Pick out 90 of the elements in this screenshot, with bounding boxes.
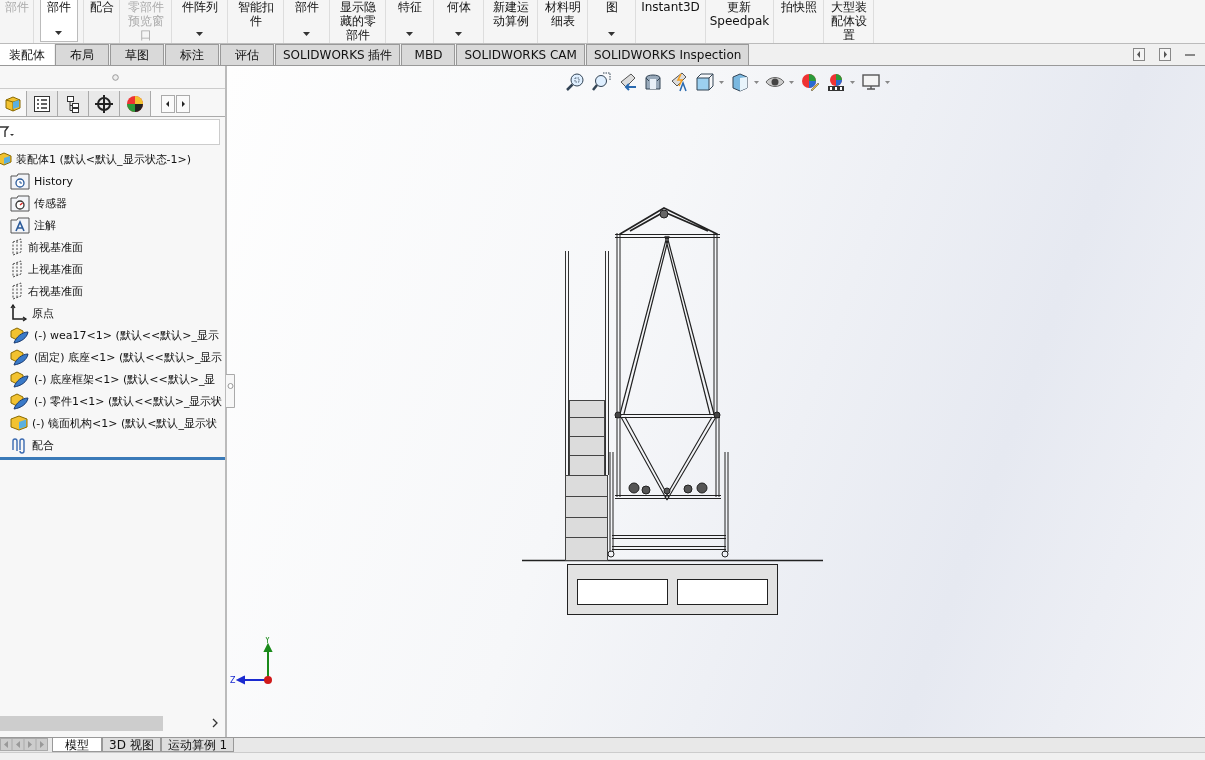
ribbon-button[interactable]: 更新 Speedpak bbox=[707, 0, 772, 42]
ribbon-tab[interactable]: SOLIDWORKS CAM bbox=[456, 44, 585, 65]
assembly-icon bbox=[10, 414, 28, 432]
caret-icon[interactable] bbox=[719, 80, 724, 84]
caret-icon[interactable] bbox=[885, 80, 890, 84]
ribbon-button[interactable]: 部件 bbox=[292, 0, 321, 42]
caret-icon bbox=[608, 32, 615, 36]
tree-item[interactable]: History bbox=[10, 170, 225, 192]
part-feather-icon bbox=[10, 326, 30, 344]
crosshair-icon[interactable] bbox=[94, 93, 114, 114]
ribbon-button[interactable]: 拍快照 bbox=[778, 0, 819, 42]
ribbon-tab[interactable]: SOLIDWORKS Inspection bbox=[585, 44, 750, 65]
appearance-ball-icon[interactable] bbox=[125, 93, 145, 114]
tree-item[interactable]: 右视基准面 bbox=[10, 280, 225, 302]
tree-item[interactable]: 原点 bbox=[10, 302, 225, 324]
ribbon-button[interactable]: 件阵列 bbox=[179, 0, 220, 42]
caret-icon[interactable] bbox=[754, 80, 759, 84]
tree-item[interactable]: 配合 bbox=[10, 434, 225, 456]
ribbon-button[interactable]: 智能扣 件 bbox=[235, 0, 276, 42]
caret-icon[interactable] bbox=[789, 80, 794, 84]
display-style-icon[interactable] bbox=[730, 72, 750, 92]
tree-item[interactable]: (-) 镜面机构<1> (默认<默认_显示状 bbox=[10, 412, 225, 434]
zoom-to-fit-icon[interactable] bbox=[565, 72, 585, 92]
ribbon-button[interactable]: 材料明 细表 bbox=[542, 0, 583, 42]
monitor-icon[interactable] bbox=[861, 72, 881, 92]
pane-grip-icon[interactable] bbox=[226, 374, 235, 408]
view-orientation-icon[interactable] bbox=[695, 72, 715, 92]
tree-item[interactable]: 注解 bbox=[10, 214, 225, 236]
filter-icon[interactable] bbox=[0, 125, 14, 139]
scroll-left-icon[interactable] bbox=[161, 94, 175, 113]
part-feather-icon bbox=[10, 392, 30, 410]
caret-icon bbox=[55, 31, 62, 35]
view-tab[interactable]: 运动算例 1 bbox=[160, 738, 235, 752]
view-tab[interactable]: 3D 视图 bbox=[102, 738, 161, 752]
property-list-icon[interactable] bbox=[32, 93, 52, 114]
section-view-icon[interactable] bbox=[643, 72, 663, 92]
tree-item[interactable]: (-) 底座框架<1> (默认<<默认>_显 bbox=[10, 368, 225, 390]
tree-item[interactable]: 上视基准面 bbox=[10, 258, 225, 280]
ribbon-button[interactable]: 图 bbox=[603, 0, 620, 42]
axis-triad-drawing: Y Z bbox=[230, 637, 276, 687]
tree-item[interactable]: 前视基准面 bbox=[10, 236, 225, 258]
ribbon-tab[interactable]: MBD bbox=[401, 44, 456, 65]
dynamic-annotation-icon[interactable] bbox=[669, 72, 689, 92]
ribbon-tab[interactable]: 评估 bbox=[220, 44, 274, 65]
ribbon-button[interactable]: 特征 bbox=[395, 0, 424, 42]
paperclip-icon bbox=[10, 436, 28, 454]
ribbon-button[interactable]: 大型装 配体设 置 bbox=[828, 0, 869, 42]
part-feather-icon bbox=[10, 370, 30, 388]
ribbon-button[interactable]: 配合 bbox=[87, 0, 116, 42]
ribbon-button[interactable]: 新建运 动算例 bbox=[490, 0, 531, 42]
view-tab[interactable]: 模型 bbox=[52, 738, 102, 752]
assembly-icon bbox=[0, 151, 12, 167]
tile-right-icon[interactable] bbox=[1159, 48, 1171, 61]
edit-appearance-icon[interactable] bbox=[800, 72, 820, 92]
scrollbar-thumb[interactable] bbox=[0, 715, 163, 731]
caret-icon bbox=[196, 32, 203, 36]
ribbon-tab[interactable]: SOLIDWORKS 插件 bbox=[275, 44, 401, 65]
plane-icon bbox=[10, 260, 24, 278]
feature-manager-icon[interactable] bbox=[3, 93, 23, 114]
ribbon-tab[interactable]: 标注 bbox=[165, 44, 219, 65]
scroll-right-icon[interactable] bbox=[212, 718, 219, 728]
scroll-right-icon[interactable] bbox=[176, 94, 190, 113]
folder-gauge-icon bbox=[10, 194, 30, 212]
ribbon-tab[interactable]: 草图 bbox=[110, 44, 164, 65]
splitter-handle-icon[interactable] bbox=[111, 73, 119, 81]
tree-item[interactable]: 装配体1 (默认<默认_显示状态-1>) bbox=[0, 148, 225, 170]
tree-item[interactable]: 传感器 bbox=[10, 192, 225, 214]
ribbon-tab[interactable]: 装配体 bbox=[0, 44, 54, 65]
tile-left-icon[interactable] bbox=[1133, 48, 1145, 61]
zoom-area-icon[interactable] bbox=[591, 72, 611, 92]
plane-icon bbox=[10, 238, 24, 256]
caret-icon bbox=[406, 32, 413, 36]
caret-icon[interactable] bbox=[850, 80, 855, 84]
ribbon-button[interactable]: 部件 bbox=[39, 0, 78, 42]
graphics-area[interactable]: Y Z bbox=[227, 66, 1205, 737]
caret-icon bbox=[455, 32, 462, 36]
ribbon-button[interactable]: 何体 bbox=[444, 0, 473, 42]
folder-clock-icon bbox=[10, 172, 30, 190]
tree-item[interactable]: (-) wea17<1> (默认<<默认>_显示 bbox=[10, 324, 225, 346]
apply-scene-icon[interactable] bbox=[826, 72, 846, 92]
plane-icon bbox=[10, 282, 24, 300]
part-feather-icon bbox=[10, 348, 30, 366]
tree-item[interactable]: (固定) 底座<1> (默认<<默认>_显示 bbox=[10, 346, 225, 368]
caret-icon bbox=[303, 32, 310, 36]
ribbon-tab[interactable]: 布局 bbox=[55, 44, 109, 65]
ribbon-button[interactable]: Instant3D bbox=[639, 0, 702, 42]
tree-item[interactable]: (-) 零件1<1> (默认<<默认>_显示状 bbox=[10, 390, 225, 412]
origin-axes-icon bbox=[10, 304, 28, 322]
folder-annotation-icon bbox=[10, 216, 30, 234]
ribbon-button[interactable]: 显示隐 藏的零 部件 bbox=[337, 0, 378, 42]
